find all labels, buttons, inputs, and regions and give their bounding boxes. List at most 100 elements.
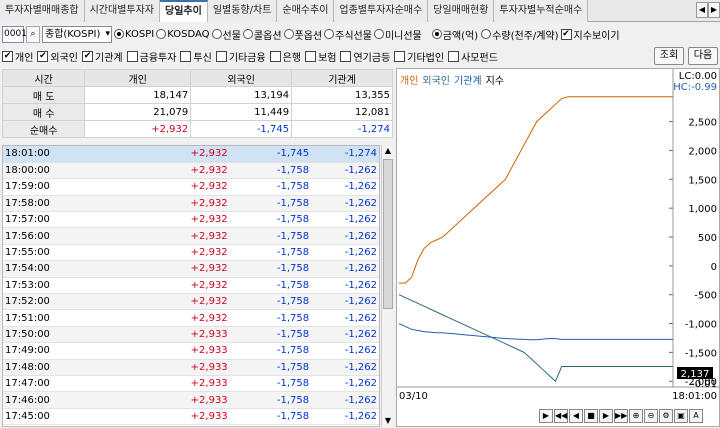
- index-show-checkbox[interactable]: ✔ 지수보이기: [560, 27, 620, 42]
- investor-checkbox-3[interactable]: 금융투자: [126, 49, 176, 64]
- market-radio-1[interactable]: KOSDAQ: [156, 27, 210, 42]
- investor-checkbox-5[interactable]: 기타금융: [215, 49, 266, 64]
- unit-radio-1[interactable]: 수량(천주/계약): [481, 27, 559, 42]
- table-cell: +2,932: [87, 227, 230, 245]
- radio-dot[interactable]: [114, 29, 124, 39]
- table-row[interactable]: 17:49:00 +2,933 -1,758 -1,262: [3, 342, 379, 360]
- investor-checkbox-6[interactable]: 은행: [269, 49, 301, 64]
- radio-dot[interactable]: [431, 29, 442, 39]
- table-row[interactable]: 17:53:00 +2,932 -1,758 -1,262: [3, 277, 379, 295]
- radio-dot[interactable]: [481, 29, 492, 39]
- scroll-down-icon[interactable]: ▼: [382, 415, 394, 427]
- radio-label: 미니선물: [384, 30, 422, 42]
- table-row[interactable]: 17:47:00 +2,933 -1,758 -1,262: [3, 375, 379, 393]
- index-show-check[interactable]: ✔: [560, 28, 572, 40]
- market-radio-3[interactable]: 콜옵션: [242, 27, 282, 42]
- tab-1[interactable]: 시간대별투자자: [84, 0, 161, 22]
- table-row[interactable]: 17:48:00 +2,933 -1,758 -1,262: [3, 359, 379, 376]
- search-icon[interactable]: ⌕: [26, 25, 40, 43]
- table-row[interactable]: 17:51:00 +2,932 -1,758 -1,262: [3, 309, 379, 327]
- settings-icon[interactable]: ⚙: [659, 409, 673, 423]
- zoom-out-icon[interactable]: ⊖: [644, 409, 658, 423]
- tab-6[interactable]: 당일매매현황: [428, 0, 495, 22]
- table-cell: 17:50:00: [3, 326, 88, 344]
- table-row[interactable]: 18:01:00 +2,932 -1,745 -1,274: [3, 146, 379, 163]
- investor-checkbox-9[interactable]: 기타법인: [394, 49, 444, 64]
- next-button[interactable]: 다음: [688, 47, 718, 65]
- stop-icon[interactable]: ■: [584, 409, 598, 423]
- tab-7[interactable]: 투자자별누적순매수: [494, 0, 589, 22]
- view-icon[interactable]: ▣: [674, 409, 688, 423]
- unit-radio-0[interactable]: 금액(억): [431, 27, 478, 42]
- grid-scrollbar[interactable]: ▲ ▼: [381, 145, 393, 427]
- checkbox-box[interactable]: [269, 50, 281, 62]
- series-line-2: [398, 323, 593, 341]
- code-input[interactable]: 0001: [2, 25, 27, 43]
- table-row[interactable]: 17:59:00 +2,932 -1,758 -1,262: [3, 178, 379, 196]
- market-radio-6[interactable]: 미니선물: [373, 27, 422, 42]
- table-row[interactable]: 17:55:00 +2,932 -1,758 -1,262: [3, 244, 379, 262]
- market-radio-0[interactable]: KOSPI: [114, 27, 154, 42]
- radio-dot[interactable]: [242, 29, 253, 39]
- play-icon[interactable]: ▶: [539, 409, 553, 423]
- scroll-up-icon[interactable]: ▲: [382, 145, 394, 157]
- tab-next-icon[interactable]: ▶: [708, 2, 720, 18]
- scroll-thumb[interactable]: [383, 159, 393, 309]
- checkbox-box[interactable]: [448, 50, 460, 62]
- investor-checkbox-7[interactable]: 보험: [305, 49, 336, 64]
- next-icon[interactable]: ▶: [599, 409, 613, 423]
- table-row[interactable]: 17:57:00 +2,932 -1,758 -1,262: [3, 211, 379, 229]
- investor-checkbox-10[interactable]: 사모펀드: [448, 49, 498, 64]
- last-icon[interactable]: ▶▶: [614, 409, 628, 423]
- investor-checkbox-8[interactable]: 연기금등: [340, 49, 390, 64]
- tab-5[interactable]: 업종별투자자순매수: [334, 0, 429, 22]
- table-cell: -1,758: [229, 277, 312, 295]
- table-row[interactable]: 17:58:00 +2,932 -1,758 -1,262: [3, 195, 379, 213]
- checkbox-box[interactable]: [305, 50, 317, 62]
- tab-2[interactable]: 당일추이: [160, 0, 208, 22]
- table-row[interactable]: 17:52:00 +2,932 -1,758 -1,262: [3, 293, 379, 311]
- investor-checkbox-0[interactable]: ✔ 개인: [2, 49, 33, 64]
- radio-dot[interactable]: [283, 29, 294, 39]
- radio-dot[interactable]: [211, 29, 222, 39]
- market-radio-2[interactable]: 선물: [211, 27, 241, 42]
- market-select[interactable]: 종합(KOSPI): [42, 25, 112, 43]
- checkbox-box[interactable]: [394, 50, 406, 62]
- zoom-in-icon[interactable]: ⊕: [629, 409, 643, 423]
- checkbox-label: 개인: [15, 52, 34, 64]
- tab-0[interactable]: 투자자별매매종합: [0, 0, 85, 22]
- tab-4[interactable]: 순매수추이: [277, 0, 335, 22]
- checkbox-box[interactable]: ✔: [82, 50, 94, 62]
- radio-label: 풋옵션: [294, 30, 323, 42]
- tab-prev-icon[interactable]: ◀: [696, 2, 708, 18]
- investor-checkbox-4[interactable]: 투신: [180, 49, 212, 64]
- table-cell: -1,758: [229, 359, 312, 376]
- radio-label: 선물: [222, 30, 241, 42]
- radio-dot[interactable]: [373, 29, 384, 39]
- font-icon[interactable]: A: [689, 409, 703, 423]
- tab-3[interactable]: 일별동향/차트: [207, 0, 278, 22]
- table-row[interactable]: 17:46:00 +2,933 -1,758 -1,262: [3, 391, 379, 409]
- checkbox-box[interactable]: [180, 50, 192, 62]
- checkbox-box[interactable]: [215, 50, 227, 62]
- first-icon[interactable]: ◀◀: [554, 409, 568, 423]
- table-row[interactable]: 17:50:00 +2,933 -1,758 -1,262: [3, 326, 379, 344]
- table-row[interactable]: 17:45:00 +2,933 -1,758 -1,262: [3, 408, 379, 426]
- market-radio-4[interactable]: 풋옵션: [283, 27, 323, 42]
- investor-checkbox-2[interactable]: ✔ 기관계: [82, 49, 123, 64]
- investor-checkbox-1[interactable]: ✔ 외국인: [37, 49, 78, 64]
- market-radio-5[interactable]: 주식선물: [324, 27, 372, 42]
- table-row[interactable]: 17:54:00 +2,932 -1,758 -1,262: [3, 260, 379, 278]
- time-grid: 18:01:00 +2,932 -1,745 -1,274 18:00:00 +2,932…: [2, 145, 380, 427]
- table-row[interactable]: 17:56:00 +2,932 -1,758 -1,262: [3, 227, 379, 245]
- checkbox-box[interactable]: [340, 50, 352, 62]
- checkbox-box[interactable]: ✔: [37, 50, 49, 62]
- table-cell: -1,262: [311, 227, 379, 245]
- search-button[interactable]: 조회: [654, 47, 684, 65]
- checkbox-box[interactable]: ✔: [2, 50, 13, 62]
- prev-icon[interactable]: ◀: [569, 409, 583, 423]
- table-row[interactable]: 18:00:00 +2,932 -1,758 -1,262: [3, 162, 379, 180]
- checkbox-box[interactable]: [126, 50, 138, 62]
- radio-dot[interactable]: [156, 29, 167, 39]
- radio-dot[interactable]: [324, 29, 335, 39]
